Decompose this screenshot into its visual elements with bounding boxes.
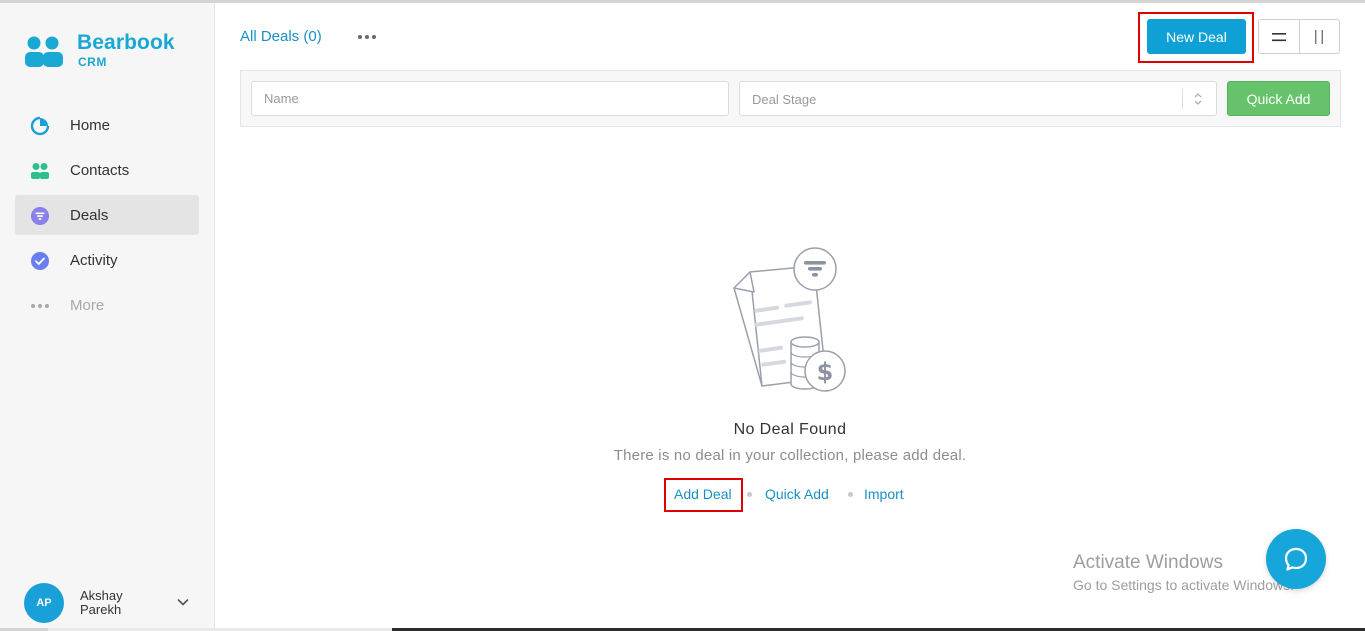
sidebar-item-label: More xyxy=(70,297,105,314)
activate-windows-subtitle: Go to Settings to activate Windows. xyxy=(1073,577,1294,593)
board-view-icon xyxy=(1315,29,1324,44)
user-last-name: Parekh xyxy=(80,602,122,617)
sidebar-nav: Home Contacts Deals Activity More xyxy=(15,105,199,330)
sidebar-item-activity[interactable]: Activity xyxy=(15,240,199,280)
quick-add-button[interactable]: Quick Add xyxy=(1227,81,1330,116)
empty-state-actions: Add Deal Quick Add Import xyxy=(540,486,1040,504)
no-deal-illustration: $ xyxy=(733,247,846,392)
separator-dot xyxy=(848,492,853,497)
filter-bar: Deal Stage Quick Add xyxy=(240,70,1341,127)
empty-state-title: No Deal Found xyxy=(733,421,847,438)
brand-logo[interactable]: Bearbook CRM xyxy=(24,31,194,73)
activity-check-icon xyxy=(29,250,50,271)
home-pie-icon xyxy=(29,115,50,136)
user-first-name: Akshay xyxy=(80,588,123,603)
sidebar-item-label: Activity xyxy=(70,252,118,269)
empty-state-description: There is no deal in your collection, ple… xyxy=(613,447,967,464)
sidebar: Bearbook CRM Home Contacts Deals Activit… xyxy=(0,3,215,628)
name-filter-input[interactable] xyxy=(251,81,729,116)
brand-name: Bearbook xyxy=(77,31,175,54)
sidebar-item-label: Home xyxy=(70,117,111,134)
deals-filter-icon xyxy=(29,205,50,226)
sidebar-item-more[interactable]: More xyxy=(15,285,199,325)
sidebar-item-label: Deals xyxy=(70,207,109,224)
list-view-icon xyxy=(1271,32,1286,41)
separator-dot xyxy=(747,492,752,497)
import-link[interactable]: Import xyxy=(864,486,904,502)
board-view-button[interactable] xyxy=(1298,20,1339,53)
contacts-icon xyxy=(29,160,50,181)
sidebar-item-contacts[interactable]: Contacts xyxy=(15,150,199,190)
select-arrows-icon xyxy=(1194,93,1202,105)
bearbook-logo-icon xyxy=(25,36,63,67)
sidebar-item-label: Contacts xyxy=(70,162,130,179)
add-deal-link[interactable]: Add Deal xyxy=(674,486,732,502)
quick-add-link[interactable]: Quick Add xyxy=(765,486,829,502)
chat-bubble-icon xyxy=(1284,547,1308,571)
activate-windows-title: Activate Windows xyxy=(1073,552,1223,573)
chevron-down-icon xyxy=(177,599,189,606)
select-divider xyxy=(1182,89,1183,109)
deal-stage-select[interactable]: Deal Stage xyxy=(739,81,1217,116)
more-dots-icon xyxy=(29,295,50,316)
new-deal-button[interactable]: New Deal xyxy=(1147,19,1246,54)
list-view-button[interactable] xyxy=(1259,20,1299,53)
user-menu[interactable]: AP Akshay Parekh xyxy=(24,583,204,623)
all-deals-title[interactable]: All Deals (0) xyxy=(240,28,322,45)
avatar: AP xyxy=(24,583,64,623)
more-options-icon[interactable] xyxy=(357,30,379,44)
filter-badge-icon xyxy=(793,247,837,291)
view-toggle xyxy=(1258,19,1340,54)
sidebar-item-deals[interactable]: Deals xyxy=(15,195,199,235)
sidebar-item-home[interactable]: Home xyxy=(15,105,199,145)
svg-text:$: $ xyxy=(817,358,834,386)
chat-launcher-button[interactable] xyxy=(1266,529,1326,589)
dollar-coin-icon: $ xyxy=(804,350,846,392)
brand-subtitle: CRM xyxy=(78,55,107,69)
deal-stage-placeholder: Deal Stage xyxy=(752,92,817,107)
